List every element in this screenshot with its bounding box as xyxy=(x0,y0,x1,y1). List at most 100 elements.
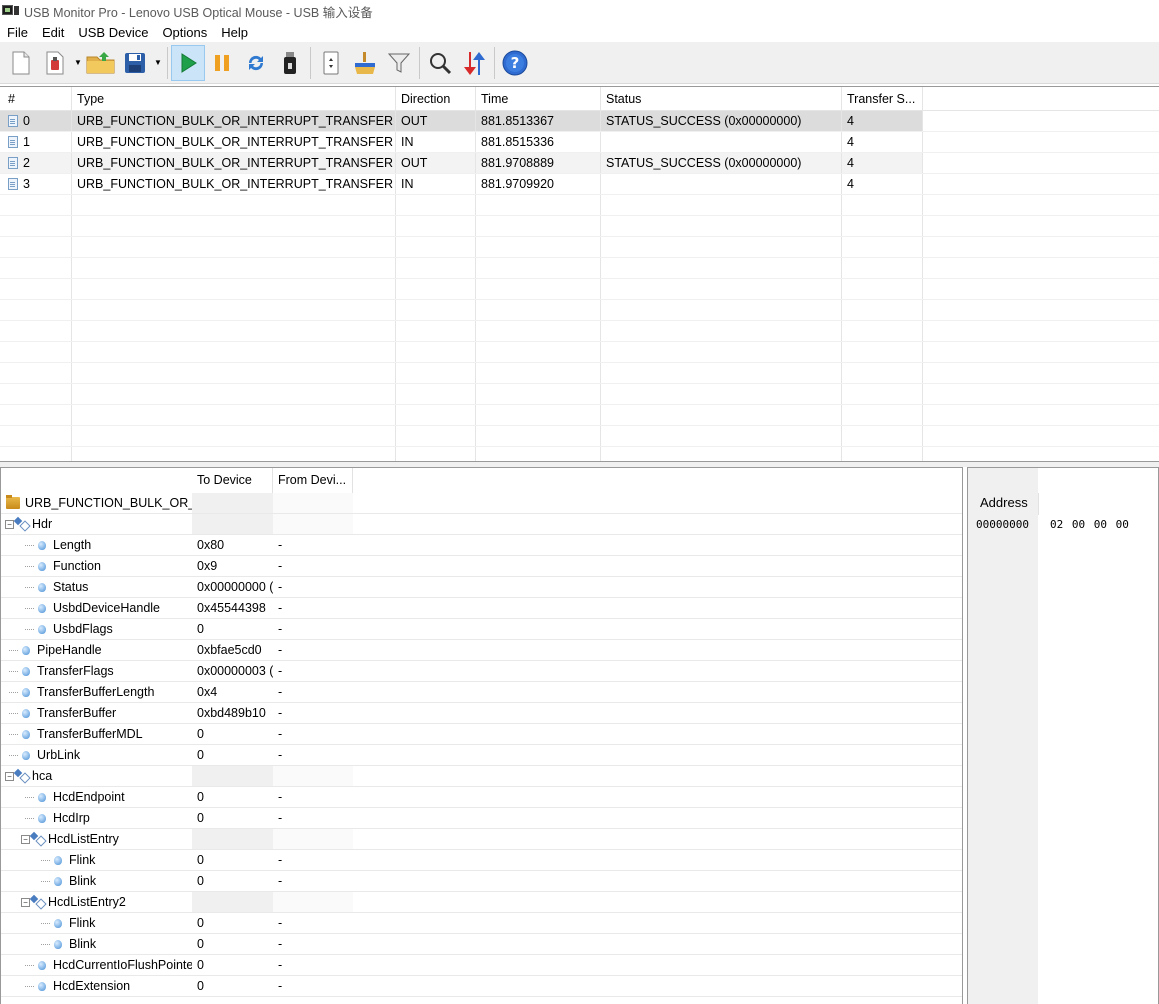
cell-type: URB_FUNCTION_BULK_OR_INTERRUPT_TRANSFER xyxy=(72,174,396,194)
open-device-dropdown[interactable]: ▼ xyxy=(72,45,84,81)
save-dropdown[interactable]: ▼ xyxy=(152,45,164,81)
tree-field-label: TransferBufferMDL xyxy=(37,727,143,741)
clear-button[interactable] xyxy=(348,45,382,81)
field-icon xyxy=(38,813,46,823)
column-header-status[interactable]: Status xyxy=(601,87,842,111)
tree-root-row[interactable]: URB_FUNCTION_BULK_OR_IN xyxy=(1,493,962,514)
tree-field-row[interactable]: HcdEndpoint 0- xyxy=(1,787,962,808)
menu-usb-device[interactable]: USB Device xyxy=(71,25,155,40)
to-device-value xyxy=(192,892,273,912)
cell-number: 0 xyxy=(0,111,72,131)
tree-field-row[interactable]: Status 0x00000000 (- xyxy=(1,577,962,598)
to-device-value: 0xbfae5cd0 xyxy=(192,640,273,660)
cell-status xyxy=(601,132,842,152)
new-session-icon xyxy=(12,51,30,74)
tree-field-row[interactable]: TransferBuffer 0xbd489b10- xyxy=(1,703,962,724)
tree-field-label: UsbdDeviceHandle xyxy=(53,601,161,615)
empty-row xyxy=(0,426,1159,447)
tree-field-row[interactable]: Blink 0- xyxy=(1,871,962,892)
tree-group-row[interactable]: − HcdListEntry xyxy=(1,829,962,850)
tree-field-row[interactable]: TransferBufferMDL 0- xyxy=(1,724,962,745)
column-header-time[interactable]: Time xyxy=(476,87,601,111)
pause-button[interactable] xyxy=(205,45,239,81)
find-button[interactable] xyxy=(423,45,457,81)
tree-field-row[interactable]: Function 0x9- xyxy=(1,556,962,577)
tree-group-row[interactable]: − hca xyxy=(1,766,962,787)
tree-field-row[interactable]: UsbdFlags 0- xyxy=(1,619,962,640)
table-row[interactable]: 0 URB_FUNCTION_BULK_OR_INTERRUPT_TRANSFER… xyxy=(0,111,1159,132)
toolbar: ▼ ▼ ? xyxy=(0,42,1159,84)
cell-transfer-size: 4 xyxy=(842,174,923,194)
tree-column-from-device[interactable]: From Devi... xyxy=(273,468,353,493)
to-device-value: 0 xyxy=(192,808,273,828)
folder-icon xyxy=(6,495,20,509)
toolbar-separator xyxy=(419,46,420,79)
field-icon xyxy=(54,939,62,949)
menu-help[interactable]: Help xyxy=(214,25,255,40)
tree-field-row[interactable]: UsbdDeviceHandle 0x45544398- xyxy=(1,598,962,619)
help-button[interactable]: ? xyxy=(498,45,532,81)
refresh-icon xyxy=(248,55,264,70)
tree-field-row[interactable]: Flink 0- xyxy=(1,913,962,934)
cell-status xyxy=(601,174,842,194)
new-session-button[interactable] xyxy=(4,45,38,81)
tree-field-row[interactable]: HcdExtension 0- xyxy=(1,976,962,997)
table-row[interactable]: 1 URB_FUNCTION_BULK_OR_INTERRUPT_TRANSFER… xyxy=(0,132,1159,153)
column-header-transfer-size[interactable]: Transfer S... xyxy=(842,87,923,111)
open-file-button[interactable] xyxy=(84,45,118,81)
tree-field-row[interactable]: TransferBufferLength 0x4- xyxy=(1,682,962,703)
from-device-value: - xyxy=(278,916,283,930)
cell-transfer-size: 4 xyxy=(842,111,923,131)
usb-device-button[interactable] xyxy=(273,45,307,81)
empty-row xyxy=(0,363,1159,384)
tree-field-row[interactable]: Flink 0- xyxy=(1,850,962,871)
empty-row xyxy=(0,195,1159,216)
hex-bytes[interactable]: 02 00 00 00 xyxy=(1050,518,1129,531)
tree-field-label: HcdEndpoint xyxy=(53,790,125,804)
from-device-value: - xyxy=(278,643,283,657)
filter-button[interactable] xyxy=(382,45,416,81)
tree-group-row[interactable]: − HcdListEntry2 xyxy=(1,892,962,913)
cell-type: URB_FUNCTION_BULK_OR_INTERRUPT_TRANSFER xyxy=(72,132,396,152)
empty-row xyxy=(0,237,1159,258)
sort-button[interactable] xyxy=(457,45,491,81)
tree-column-name[interactable] xyxy=(1,468,192,493)
empty-row xyxy=(0,321,1159,342)
properties-button[interactable] xyxy=(314,45,348,81)
menu-edit[interactable]: Edit xyxy=(35,25,71,40)
row-number: 0 xyxy=(23,114,30,128)
menu-options[interactable]: Options xyxy=(155,25,214,40)
tree-field-row[interactable]: Length 0x80- xyxy=(1,535,962,556)
refresh-button[interactable] xyxy=(239,45,273,81)
field-icon xyxy=(22,666,30,676)
tree-field-row[interactable]: HcdIrp 0- xyxy=(1,808,962,829)
tree-column-to-device[interactable]: To Device xyxy=(192,468,273,493)
table-row[interactable]: 3 URB_FUNCTION_BULK_OR_INTERRUPT_TRANSFER… xyxy=(0,174,1159,195)
filter-icon xyxy=(388,53,410,73)
to-device-value: 0 xyxy=(192,934,273,954)
tree-field-row[interactable]: UrbLink 0- xyxy=(1,745,962,766)
tree-field-row[interactable]: Blink 0- xyxy=(1,934,962,955)
column-header-number[interactable]: # xyxy=(0,87,72,111)
tree-field-row[interactable]: TransferFlags 0x00000003 (- xyxy=(1,661,962,682)
tree-field-row[interactable]: HcdCurrentIoFlushPointer 0- xyxy=(1,955,962,976)
structure-icon xyxy=(15,518,29,530)
table-row[interactable]: 2 URB_FUNCTION_BULK_OR_INTERRUPT_TRANSFER… xyxy=(0,153,1159,174)
save-button[interactable] xyxy=(118,45,152,81)
tree-group-row[interactable]: − Hdr xyxy=(1,514,962,535)
tree-field-label: Blink xyxy=(69,937,97,951)
column-header-direction[interactable]: Direction xyxy=(396,87,476,111)
from-device-value: - xyxy=(278,958,283,972)
from-device-value xyxy=(273,766,353,786)
column-header-type[interactable]: Type xyxy=(72,87,396,111)
start-button[interactable] xyxy=(171,44,205,81)
open-device-button[interactable] xyxy=(38,45,72,81)
cell-status: STATUS_SUCCESS (0x00000000) xyxy=(601,111,842,131)
menu-file[interactable]: File xyxy=(0,25,35,40)
tree-field-row[interactable]: PipeHandle 0xbfae5cd0- xyxy=(1,640,962,661)
empty-row xyxy=(0,216,1159,237)
help-icon: ? xyxy=(502,50,528,75)
field-icon xyxy=(22,645,30,655)
tree-field-label: Blink xyxy=(69,874,97,888)
start-icon xyxy=(181,52,197,73)
